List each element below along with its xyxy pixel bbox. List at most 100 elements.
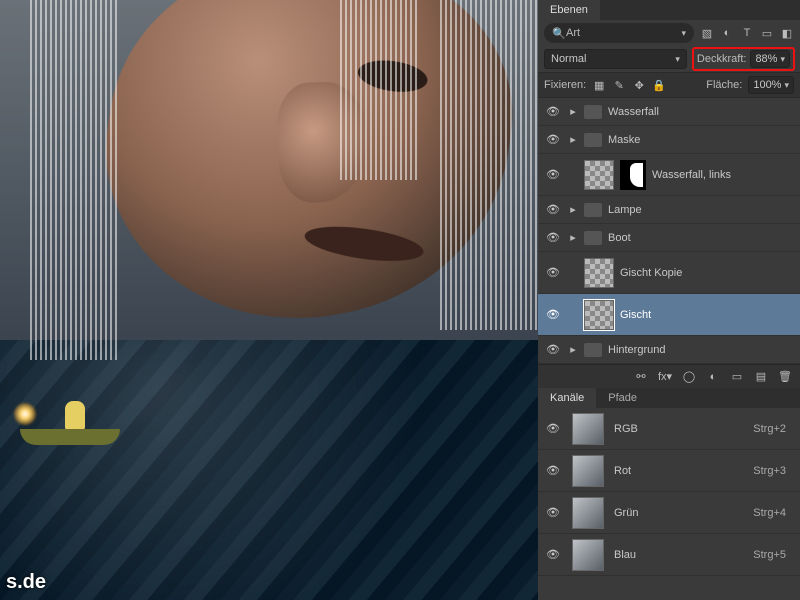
layer-row[interactable]: 👁 Gischt Kopie (538, 252, 800, 294)
layers-panel: Ebenen 🔍 Art ▾ ▧ ◐ T ▭ ◧ Normal ▾ Deckkr… (538, 0, 800, 600)
layer-name: Wasserfall (608, 106, 659, 118)
layer-row[interactable]: 👁 ▸ Hintergrund (538, 336, 800, 364)
filter-shape-icon[interactable]: ▭ (760, 26, 774, 40)
layer-row[interactable]: 👁 ▸ Maske (538, 126, 800, 154)
fill-input[interactable]: 100% ▾ (748, 76, 794, 94)
layer-name: Gischt (620, 309, 651, 321)
visibility-icon[interactable]: 👁 (544, 266, 562, 279)
lock-all-icon[interactable]: 🔒 (652, 78, 666, 92)
visibility-icon[interactable]: 👁 (544, 548, 562, 561)
tab-channels[interactable]: Kanäle (538, 388, 596, 408)
new-layer-icon[interactable]: ▤ (754, 370, 768, 384)
channel-thumb (572, 455, 604, 487)
channels-list: 👁 RGB Strg+2 👁 Rot Strg+3 👁 Grün Strg+4 … (538, 408, 800, 576)
visibility-icon[interactable]: 👁 (544, 422, 562, 435)
layer-row-selected[interactable]: 👁 Gischt (538, 294, 800, 336)
tab-paths[interactable]: Pfade (596, 388, 649, 408)
opacity-value: 88% (755, 53, 777, 65)
tab-layers[interactable]: Ebenen (538, 0, 600, 20)
canvas-preview: s.de (0, 0, 538, 600)
layer-name: Wasserfall, links (652, 169, 731, 181)
search-label: Art (566, 27, 580, 39)
folder-icon (584, 203, 602, 217)
delete-icon[interactable]: 🗑 (778, 370, 792, 384)
channel-shortcut: Strg+4 (753, 507, 794, 519)
chevron-down-icon: ▾ (675, 54, 680, 65)
lock-move-icon[interactable]: ✥ (632, 78, 646, 92)
channel-row[interactable]: 👁 Grün Strg+4 (538, 492, 800, 534)
channel-name: Rot (614, 465, 631, 477)
channels-tabs: Kanäle Pfade (538, 388, 800, 408)
channel-row[interactable]: 👁 Rot Strg+3 (538, 450, 800, 492)
folder-icon (584, 133, 602, 147)
layer-name: Lampe (608, 204, 642, 216)
waterfall-graphic (30, 0, 120, 360)
disclosure-icon[interactable]: ▸ (568, 231, 578, 244)
visibility-icon[interactable]: 👁 (544, 168, 562, 181)
opacity-highlight: Deckkraft: 88% ▾ (693, 48, 794, 70)
channel-shortcut: Strg+3 (753, 465, 794, 477)
channel-name: Grün (614, 507, 638, 519)
channel-thumb (572, 497, 604, 529)
folder-icon (584, 105, 602, 119)
visibility-icon[interactable]: 👁 (544, 133, 562, 146)
visibility-icon[interactable]: 👁 (544, 105, 562, 118)
visibility-icon[interactable]: 👁 (544, 308, 562, 321)
lock-brush-icon[interactable]: ✎ (612, 78, 626, 92)
group-icon[interactable]: ▭ (730, 370, 744, 384)
watermark: s.de (6, 571, 46, 594)
waterfall-graphic (440, 0, 538, 330)
layer-thumb (584, 258, 614, 288)
visibility-icon[interactable]: 👁 (544, 506, 562, 519)
disclosure-icon[interactable]: ▸ (568, 105, 578, 118)
channel-row[interactable]: 👁 Blau Strg+5 (538, 534, 800, 576)
layer-name: Gischt Kopie (620, 267, 682, 279)
layer-row[interactable]: 👁 ▸ Boot (538, 224, 800, 252)
layer-thumb (584, 160, 614, 190)
channel-thumb (572, 413, 604, 445)
visibility-icon[interactable]: 👁 (544, 464, 562, 477)
layer-name: Hintergrund (608, 344, 665, 356)
layer-row[interactable]: 👁 ▸ Lampe (538, 196, 800, 224)
disclosure-icon[interactable]: ▸ (568, 203, 578, 216)
filter-adjust-icon[interactable]: ◐ (720, 26, 734, 40)
panel-tabs: Ebenen (538, 0, 800, 20)
layer-row[interactable]: 👁 ▸ Wasserfall (538, 98, 800, 126)
chevron-down-icon: ▾ (784, 80, 789, 91)
opacity-input[interactable]: 88% ▾ (750, 50, 790, 68)
fx-icon[interactable]: fx▾ (658, 370, 672, 384)
disclosure-icon[interactable]: ▸ (568, 133, 578, 146)
adjust-icon[interactable]: ◐ (706, 370, 720, 384)
channel-shortcut: Strg+5 (753, 549, 794, 561)
filter-pixel-icon[interactable]: ▧ (700, 26, 714, 40)
boat-graphic (10, 405, 130, 445)
layer-mask-thumb (620, 160, 646, 190)
visibility-icon[interactable]: 👁 (544, 231, 562, 244)
layer-thumb (584, 300, 614, 330)
chevron-down-icon: ▾ (681, 28, 686, 39)
disclosure-icon[interactable]: ▸ (568, 343, 578, 356)
channel-row[interactable]: 👁 RGB Strg+2 (538, 408, 800, 450)
layers-list: 👁 ▸ Wasserfall 👁 ▸ Maske 👁 Wasserfall, l… (538, 98, 800, 364)
lock-pixels-icon[interactable]: ▦ (592, 78, 606, 92)
fill-value: 100% (753, 79, 781, 91)
fill-label: Fläche: (706, 79, 742, 91)
visibility-icon[interactable]: 👁 (544, 343, 562, 356)
mask-icon[interactable]: ◯ (682, 370, 696, 384)
filter-type-icon[interactable]: T (740, 26, 754, 40)
waterfall-graphic (340, 0, 420, 180)
layers-bottom-bar: ⚯ fx▾ ◯ ◐ ▭ ▤ 🗑 (538, 364, 800, 388)
layer-name: Boot (608, 232, 631, 244)
opacity-label: Deckkraft: (697, 53, 747, 65)
layer-filter-search[interactable]: 🔍 Art ▾ (544, 23, 694, 43)
folder-icon (584, 343, 602, 357)
folder-icon (584, 231, 602, 245)
lock-label: Fixieren: (544, 79, 586, 91)
link-icon[interactable]: ⚯ (634, 370, 648, 384)
layer-row[interactable]: 👁 Wasserfall, links (538, 154, 800, 196)
filter-smart-icon[interactable]: ◧ (780, 26, 794, 40)
channel-thumb (572, 539, 604, 571)
blend-mode-select[interactable]: Normal ▾ (544, 49, 687, 69)
visibility-icon[interactable]: 👁 (544, 203, 562, 216)
search-icon: 🔍 (552, 26, 566, 40)
